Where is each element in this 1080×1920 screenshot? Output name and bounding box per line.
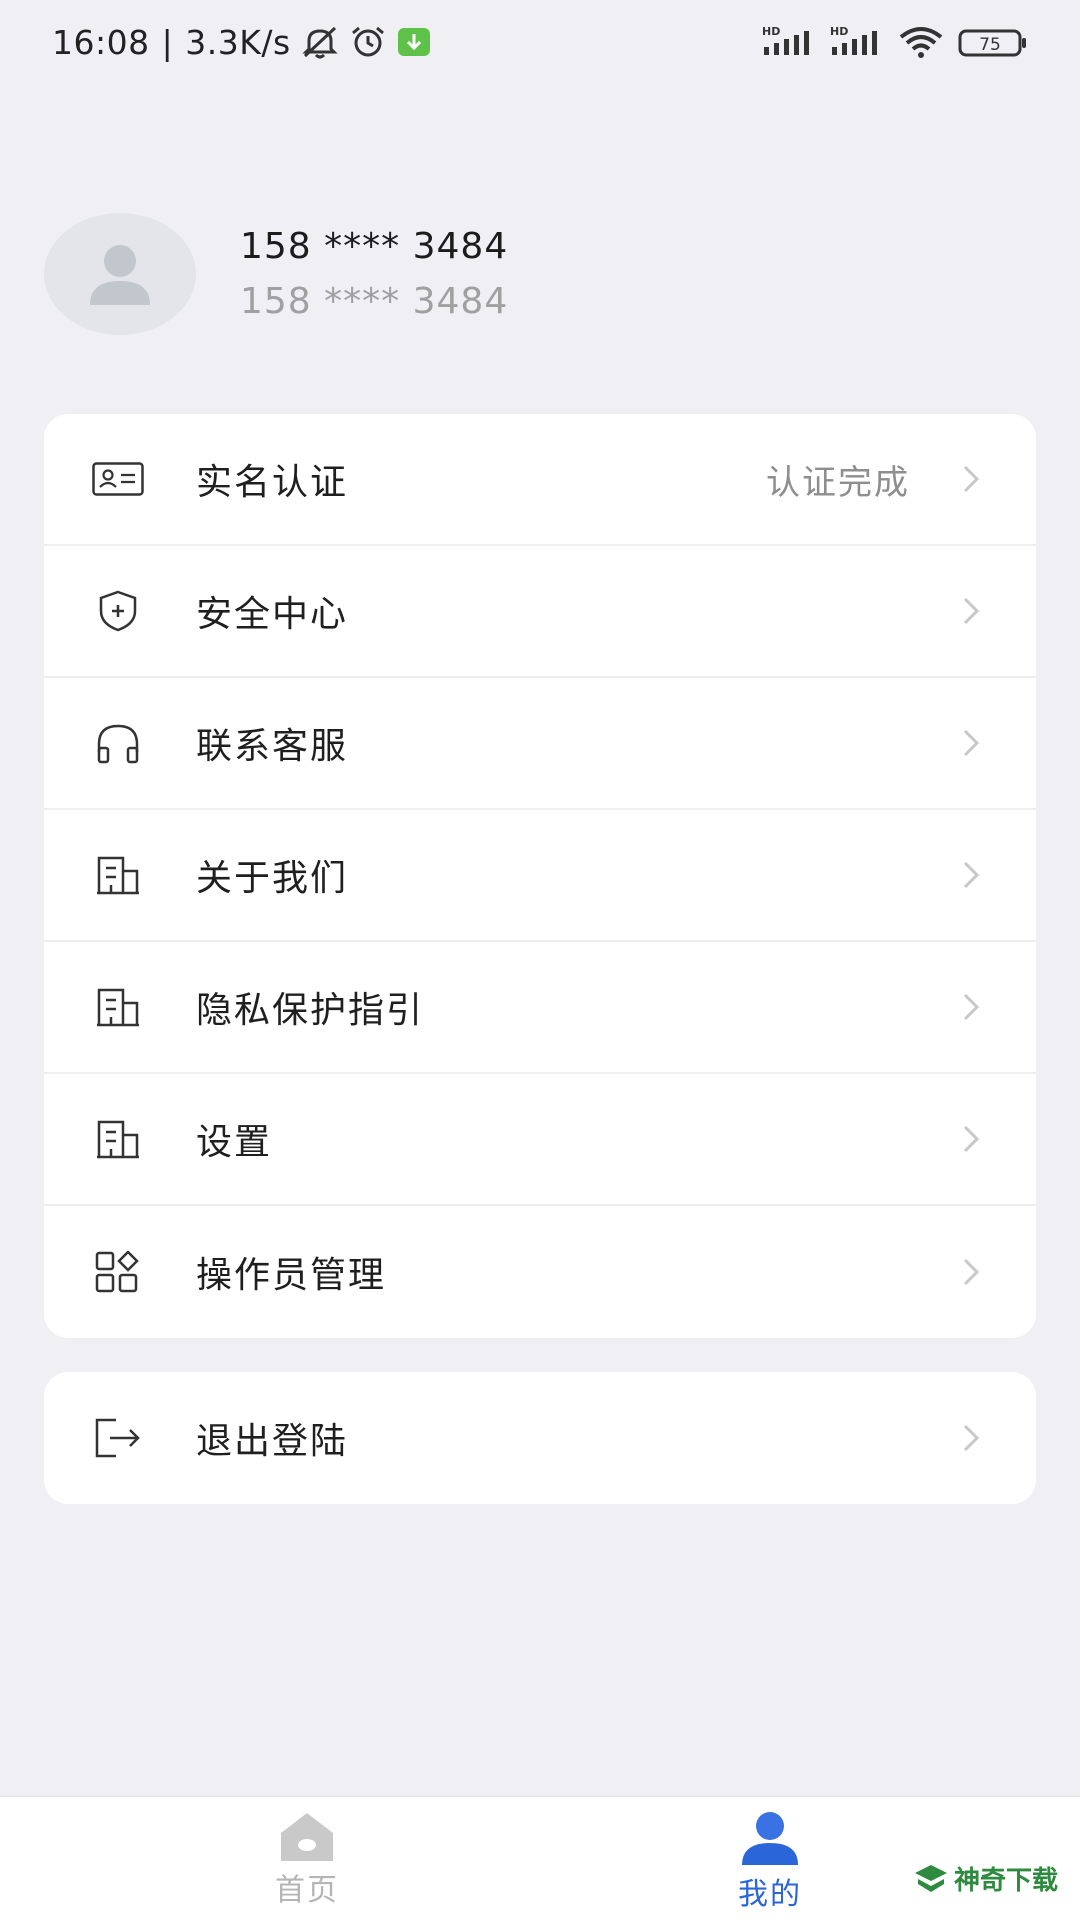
battery-level: 75: [979, 35, 1001, 55]
menu-item-label: 隐私保护指引: [196, 990, 425, 1031]
id-card-icon: [92, 453, 144, 505]
grid-icon: [92, 1246, 144, 1298]
tab-home-label: 首页: [275, 1873, 339, 1908]
wifi-icon: [898, 25, 944, 59]
mute-icon: [301, 25, 339, 59]
status-time: 16:08: [52, 22, 150, 62]
menu-item-real-name[interactable]: 实名认证 认证完成: [44, 414, 1036, 546]
signal-icon-2: HD: [830, 25, 884, 59]
menu-card: 实名认证 认证完成 安全中心 联系客服 关于我们 隐私保护指引 设置 操作员管理: [44, 414, 1036, 1338]
building-icon: [92, 981, 144, 1033]
menu-item-about[interactable]: 关于我们: [44, 810, 1036, 942]
logout-icon: [92, 1412, 144, 1464]
avatar[interactable]: [44, 213, 196, 335]
menu-item-security[interactable]: 安全中心: [44, 546, 1036, 678]
chevron-right-icon: [958, 593, 984, 629]
signal-icon: HD: [762, 25, 816, 59]
menu-item-label: 实名认证: [196, 462, 349, 503]
watermark: 神奇下载: [914, 1860, 1058, 1897]
status-net-speed: 3.3K/s: [185, 22, 291, 62]
signal1-label: HD: [762, 25, 780, 38]
chevron-right-icon: [958, 1420, 984, 1456]
logout-card: 退出登陆: [44, 1372, 1036, 1504]
chevron-right-icon: [958, 1254, 984, 1290]
tab-home[interactable]: 首页: [227, 1811, 387, 1909]
phone-primary: 158 **** 3484: [240, 226, 509, 267]
tab-mine-label: 我的: [738, 1877, 802, 1912]
building-icon: [92, 849, 144, 901]
menu-item-privacy[interactable]: 隐私保护指引: [44, 942, 1036, 1074]
menu-item-label: 关于我们: [196, 858, 349, 899]
menu-item-operator-management[interactable]: 操作员管理: [44, 1206, 1036, 1338]
phone-secondary: 158 **** 3484: [240, 281, 509, 322]
menu-item-label: 设置: [196, 1122, 273, 1163]
logout-button[interactable]: 退出登陆: [44, 1372, 1036, 1504]
chevron-right-icon: [958, 857, 984, 893]
chevron-right-icon: [958, 989, 984, 1025]
signal2-label: HD: [830, 25, 848, 38]
chevron-right-icon: [958, 461, 984, 497]
headset-icon: [92, 717, 144, 769]
user-silhouette-icon: [90, 245, 150, 305]
battery-icon: 75: [958, 25, 1028, 59]
download-notify-icon: [397, 27, 431, 57]
status-left: 16:08 | 3.3K/s: [52, 23, 431, 62]
menu-item-customer-service[interactable]: 联系客服: [44, 678, 1036, 810]
status-right: HD HD 75: [762, 25, 1028, 59]
menu-item-label: 联系客服: [196, 726, 349, 767]
shield-icon: [92, 585, 144, 637]
watermark-text: 神奇下载: [954, 1866, 1059, 1896]
chevron-right-icon: [958, 1121, 984, 1157]
menu-item-label: 操作员管理: [196, 1255, 387, 1296]
user-icon: [742, 1812, 798, 1865]
tab-mine[interactable]: 我的: [690, 1811, 850, 1913]
status-bar: 16:08 | 3.3K/s HD HD 75: [0, 0, 1080, 84]
building-icon: [92, 1113, 144, 1165]
logout-label: 退出登陆: [196, 1421, 349, 1462]
alarm-icon: [349, 25, 387, 59]
verification-status: 认证完成: [766, 462, 910, 503]
profile-text: 158 **** 3484 158 **** 3484: [240, 226, 508, 322]
watermark-logo-icon: [915, 1864, 947, 1892]
chevron-right-icon: [958, 725, 984, 761]
profile-header[interactable]: 158 **** 3484 158 **** 3484: [44, 212, 1036, 336]
menu-item-label: 安全中心: [196, 594, 349, 635]
bottom-tab-bar: 首页 我的: [0, 1796, 1080, 1920]
home-icon: [281, 1813, 333, 1861]
status-separator: |: [161, 22, 174, 62]
menu-item-settings[interactable]: 设置: [44, 1074, 1036, 1206]
